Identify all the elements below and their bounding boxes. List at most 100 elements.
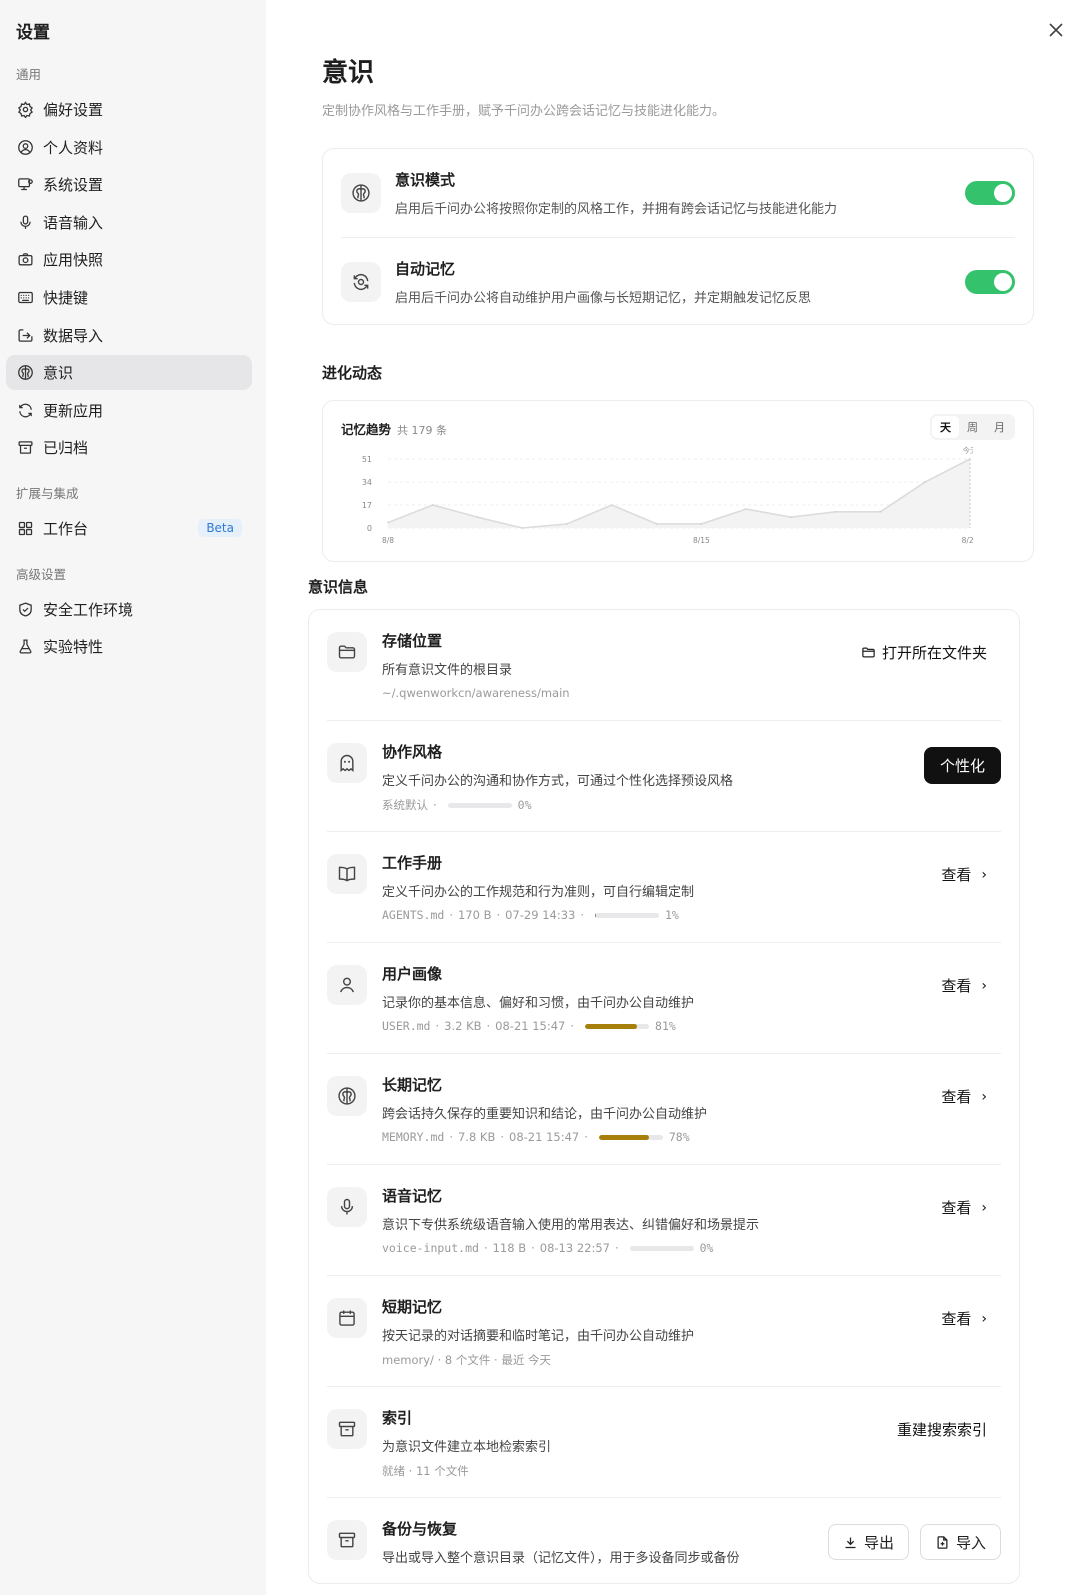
microphone-icon: [16, 213, 34, 231]
view-short-term-memory-button[interactable]: 查看 ›: [941, 1308, 987, 1329]
keyboard-icon: [16, 288, 34, 306]
sidebar-item-secure-env[interactable]: 安全工作环境: [6, 592, 252, 627]
archive-box-icon: [327, 1520, 367, 1560]
monitor-gear-icon: [16, 176, 34, 194]
memory-trend-card: 记忆趋势 共 179 条 天 周 月 0 17 34 51 今天 8/8 8/15 8/21: [322, 400, 1034, 562]
tab-month[interactable]: 月: [986, 416, 1013, 438]
view-voice-memory-button[interactable]: 查看 ›: [941, 1197, 987, 1218]
file-time: 08-21 15:47: [509, 1130, 580, 1144]
view-label: 查看: [941, 1088, 972, 1106]
refresh-icon: [16, 401, 34, 419]
auto-memory-toggle[interactable]: [965, 269, 1015, 294]
file-size: 7.8 KB: [457, 1130, 496, 1144]
sidebar-item-preferences[interactable]: 偏好设置: [6, 92, 252, 127]
sidebar-item-snapshot[interactable]: 应用快照: [6, 242, 252, 277]
sidebar-item-awareness[interactable]: 意识: [6, 355, 252, 391]
file-time: 07-29 14:33: [505, 908, 576, 922]
auto-memory-row: 自动记忆 启用后千问办公将自动维护用户画像与长短期记忆，并定期触发记忆反思: [341, 237, 1015, 325]
sidebar-item-label: 快捷键: [43, 288, 89, 307]
view-handbook-button[interactable]: 查看 ›: [941, 864, 987, 885]
row-description: 记录你的基本信息、偏好和习惯，由千问办公自动维护: [382, 996, 695, 1011]
x-tick-label: 8/8: [382, 536, 394, 545]
file-name: MEMORY.md: [382, 1130, 445, 1144]
sidebar-item-data-import[interactable]: 数据导入: [6, 318, 252, 353]
row-description: 导出或导入整个意识目录（记忆文件），用于多设备同步或备份: [382, 1551, 740, 1566]
long-term-memory-row: 长期记忆 跨会话持久保存的重要知识和结论，由千问办公自动维护 MEMORY.md…: [327, 1054, 1001, 1165]
sidebar-item-archived[interactable]: 已归档: [6, 430, 252, 465]
row-description: 定义千问办公的工作规范和行为准则，可自行编辑定制: [382, 885, 695, 900]
evolution-heading: 进化动态: [322, 364, 383, 382]
close-icon: [1049, 23, 1063, 37]
sidebar-item-voice-input[interactable]: 语音输入: [6, 205, 252, 240]
user-circle-icon: [16, 138, 34, 156]
sidebar-item-workbench[interactable]: 工作台 Beta: [6, 511, 252, 546]
sidebar-item-label: 偏好设置: [43, 101, 104, 119]
x-tick-label: 8/21: [962, 536, 973, 545]
sidebar-item-system[interactable]: 系统设置: [6, 167, 252, 202]
import-button[interactable]: 导入: [919, 1524, 1001, 1560]
ghost-icon: [327, 743, 367, 783]
row-title: 语音记忆: [382, 1187, 443, 1205]
close-button[interactable]: [1046, 20, 1066, 40]
camera-icon: [16, 251, 34, 269]
awareness-mode-toggle[interactable]: [965, 181, 1015, 205]
today-label: 今天: [963, 445, 974, 455]
sidebar-section-general: 通用: [16, 67, 42, 82]
data-point: [834, 510, 837, 513]
personalize-button[interactable]: 个性化: [923, 747, 1001, 784]
row-meta: AGENTS.md · 170 B · 07-29 14:33 · 1%: [382, 908, 679, 922]
data-point: [924, 481, 927, 483]
row-title: 工作手册: [382, 854, 443, 872]
row-title: 索引: [382, 1409, 413, 1427]
row-description: 为意识文件建立本地检索索引: [382, 1440, 552, 1455]
row-meta: ~/.qwenworkcn/awareness/main: [382, 686, 570, 700]
mode-description: 启用后千问办公将自动维护用户画像与长短期记忆，并定期触发记忆反思: [395, 290, 812, 306]
sync-brain-icon: [341, 261, 381, 302]
series-area: [388, 459, 970, 528]
row-description: 意识下专供系统级语音输入使用的常用表达、纠错偏好和场景提示: [382, 1218, 760, 1233]
row-meta: 系统默认 · 0%: [382, 798, 532, 812]
data-point: [655, 523, 658, 525]
row-title: 存储位置: [382, 632, 443, 650]
gear-icon: [16, 101, 34, 119]
chevron-right-icon: ›: [981, 1199, 987, 1216]
open-folder-button[interactable]: 打开所在文件夹: [861, 642, 987, 663]
shield-icon: [16, 600, 34, 618]
sidebar-item-shortcuts[interactable]: 快捷键: [6, 280, 252, 315]
tab-day[interactable]: 天: [932, 416, 959, 438]
download-icon: [845, 1537, 856, 1548]
data-point: [431, 504, 434, 506]
tab-week[interactable]: 周: [959, 416, 986, 438]
view-user-profile-button[interactable]: 查看 ›: [941, 975, 987, 996]
row-title: 短期记忆: [382, 1298, 443, 1316]
data-point: [387, 521, 389, 524]
book-icon: [327, 854, 367, 894]
sidebar-item-update[interactable]: 更新应用: [6, 393, 252, 428]
row-title: 协作风格: [382, 743, 443, 761]
row-description: 按天记录的对话摘要和临时笔记，由千问办公自动维护: [382, 1329, 695, 1344]
y-tick-label: 34: [362, 478, 372, 487]
chevron-right-icon: ›: [981, 977, 987, 994]
memory-trend-chart: 0 17 34 51 今天 8/8 8/15 8/21: [362, 445, 974, 545]
view-long-term-memory-button[interactable]: 查看 ›: [941, 1086, 987, 1107]
export-button[interactable]: 导出: [827, 1524, 909, 1560]
sidebar-item-experimental[interactable]: 实验特性: [6, 629, 252, 664]
handbook-row: 工作手册 定义千问办公的工作规范和行为准则，可自行编辑定制 AGENTS.md ·…: [327, 832, 1001, 943]
row-description: 跨会话持久保存的重要知识和结论，由千问办公自动维护: [382, 1107, 708, 1122]
row-meta: memory/ · 8 个文件 · 最近 今天: [382, 1353, 551, 1367]
data-point: [521, 527, 524, 529]
mode-card: 意识模式 启用后千问办公将按照你定制的风格工作，并拥有跨会话记忆与技能进化能力 …: [322, 148, 1034, 325]
chevron-right-icon: ›: [981, 866, 987, 883]
sidebar-item-profile[interactable]: 个人资料: [6, 130, 252, 165]
archive-box-icon: [327, 1409, 367, 1449]
import-icon: [16, 326, 34, 344]
progress-bar: [447, 802, 512, 808]
brain-icon: [16, 364, 34, 382]
progress-bar: [585, 1023, 650, 1029]
rebuild-index-button[interactable]: 重建搜索索引: [897, 1419, 987, 1440]
page-subtitle: 定制协作风格与工作手册，赋予千问办公跨会话记忆与技能进化能力。: [322, 104, 726, 119]
open-folder-label: 打开所在文件夹: [881, 644, 987, 662]
import-label: 导入: [955, 1533, 986, 1552]
mode-description: 启用后千问办公将按照你定制的风格工作，并拥有跨会话记忆与技能进化能力: [395, 202, 838, 217]
row-meta: voice-input.md · 118 B · 08-13 22:57 · 0%: [382, 1241, 714, 1255]
